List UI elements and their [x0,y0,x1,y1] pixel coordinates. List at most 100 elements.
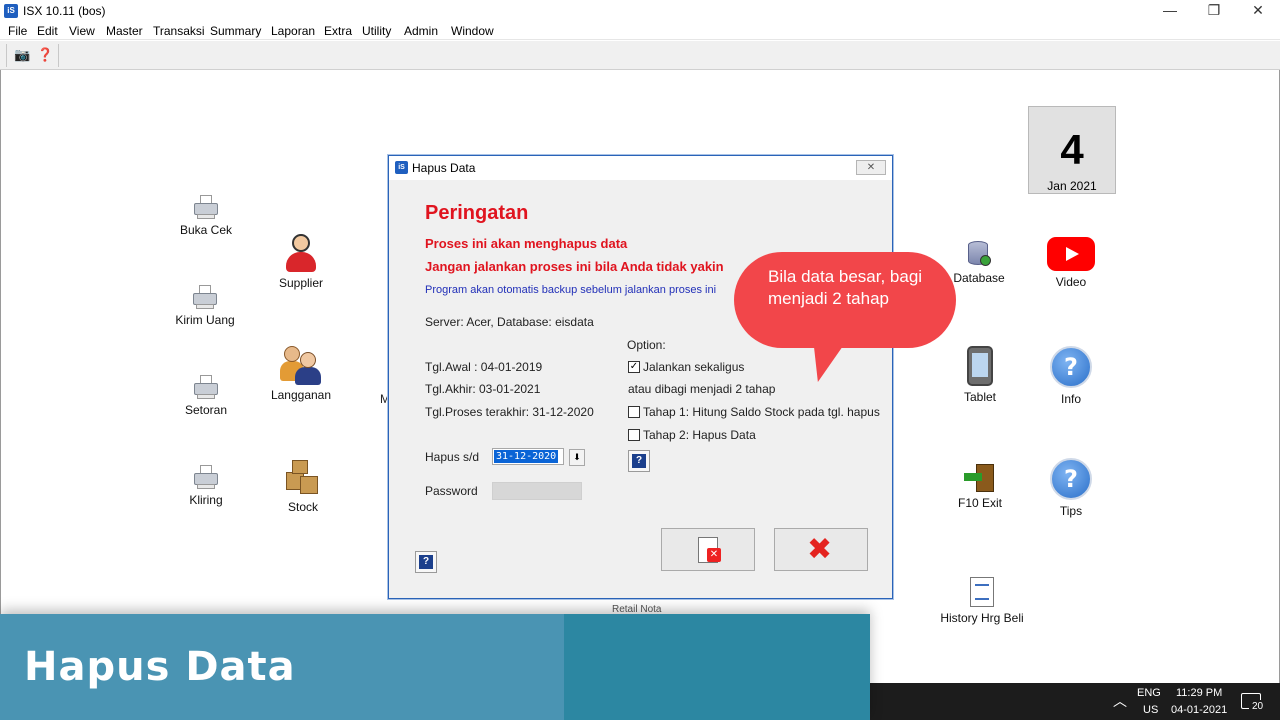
desktop-icon-exit[interactable]: F10 Exit [935,464,1025,510]
window-title: ISX 10.11 (bos) [23,4,106,18]
toolbar: 📷 ❓ [0,41,1280,70]
dialog-title-bar[interactable]: iS Hapus Data ✕ [389,156,892,180]
jalankan-sekaligus-checkbox[interactable]: ✓ [628,361,640,373]
caption-banner: Hapus Data [0,614,870,720]
banner-title: Hapus Data [24,644,296,690]
date-dropdown-button[interactable]: ⬇ [569,449,585,466]
youtube-icon [1047,237,1095,271]
icon-label: History Hrg Beli [940,611,1024,625]
printer-icon [192,375,220,401]
date-month-year: Jan 2021 [1047,179,1097,193]
desktop-icon-stock[interactable]: Stock [258,458,348,514]
desktop-icon-info[interactable]: ? Info [1026,346,1116,406]
hapus-sd-date-input[interactable]: 31-12-2020 [492,448,564,465]
tgl-awal: Tgl.Awal : 04-01-2019 [425,360,543,374]
icon-label: Setoran [184,403,228,417]
desktop-icon-tablet[interactable]: Tablet [935,346,1025,404]
tahap-1-label: Tahap 1: Hitung Saldo Stock pada tgl. ha… [643,405,880,419]
hapus-sd-label: Hapus s/d [425,450,480,464]
info-question-icon: ? [1050,346,1092,388]
language-label[interactable]: ENG [1137,687,1161,699]
jalankan-sekaligus-label: Jalankan sekaligus [643,360,745,374]
icon-label: Buka Cek [179,223,233,237]
desktop-icon-kliring[interactable]: Kliring [161,465,251,507]
notification-count: 20 [1249,700,1266,714]
password-input[interactable] [492,482,582,500]
date-tile[interactable]: 4 Jan 2021 [1028,106,1116,194]
warning-line-2: Jangan jalankan proses ini bila Anda tid… [425,259,724,274]
menu-laporan[interactable]: Laporan [271,24,315,38]
show-hidden-icons-chevron[interactable]: ︿ [1113,691,1127,711]
tgl-akhir: Tgl.Akhir: 03-01-2021 [425,382,541,396]
menu-summary[interactable]: Summary [210,24,261,38]
restore-button[interactable]: ❐ [1192,0,1236,22]
menu-edit[interactable]: Edit [37,24,58,38]
dialog-help-button[interactable]: ? [415,551,437,573]
server-info: Server: Acer, Database: eisdata [425,315,594,329]
printer-icon [191,285,219,311]
clock-time[interactable]: 11:29 PM [1176,687,1222,699]
date-day: 4 [1060,126,1084,173]
icon-label: Kliring [189,493,223,507]
desktop-icon-tips[interactable]: ? Tips [1026,458,1116,518]
icon-label: F10 Exit [957,496,1002,510]
desktop-icon-langganan[interactable]: Langganan [256,344,346,402]
icon-label: Tips [1059,504,1083,518]
atau-label: atau dibagi menjadi 2 tahap [628,382,776,396]
region-label[interactable]: US [1143,704,1158,716]
menu-transaksi[interactable]: Transaksi [153,24,205,38]
dialog-title: Hapus Data [412,161,476,175]
delete-file-icon [698,537,721,563]
tgl-proses-terakhir: Tgl.Proses terakhir: 31-12-2020 [425,405,594,419]
delete-data-button[interactable] [661,528,755,571]
supplier-person-icon [283,232,319,274]
icon-label: Langganan [270,388,332,402]
printer-icon [192,465,220,491]
menu-window[interactable]: Window [451,24,494,38]
clock-date[interactable]: 04-01-2021 [1171,704,1227,716]
menu-extra[interactable]: Extra [324,24,352,38]
option-label: Option: [627,338,666,352]
warning-line-1: Proses ini akan menghapus data [425,236,628,251]
banner-accent [564,614,870,720]
tahap-1-checkbox[interactable] [628,406,640,418]
menu-master[interactable]: Master [106,24,143,38]
tablet-icon [967,346,993,386]
database-icon [966,239,992,269]
dialog-close-button[interactable]: ✕ [856,160,886,175]
menu-file[interactable]: File [8,24,27,38]
password-label: Password [425,484,478,498]
help-icon: ? [419,555,433,569]
minimize-button[interactable]: — [1148,0,1192,22]
options-help-button[interactable]: ? [628,450,650,472]
desktop-icon-history[interactable]: History Hrg Beli [937,577,1027,625]
icon-label: Tablet [963,390,997,404]
dialog-app-icon: iS [395,161,408,174]
desktop-icon-kirim-uang[interactable]: Kirim Uang [160,285,250,327]
menu-utility[interactable]: Utility [362,24,391,38]
desktop-icon-buka-cek[interactable]: Buka Cek [161,195,251,237]
boxes-icon [282,458,324,498]
menu-view[interactable]: View [69,24,95,38]
cancel-button[interactable]: ✖ [774,528,868,571]
printer-icon [192,195,220,221]
exit-door-icon [964,464,996,494]
menu-bar: File Edit View Master Transaksi Summary … [0,22,1280,40]
tips-question-icon: ? [1050,458,1092,500]
desktop-icon-supplier[interactable]: Supplier [256,232,346,290]
icon-label: Supplier [278,276,324,290]
close-button[interactable]: ✕ [1236,0,1280,22]
desktop-icon-setoran[interactable]: Setoran [161,375,251,417]
customers-group-icon [278,344,324,386]
history-document-icon [970,577,994,607]
desktop-icon-video[interactable]: Video [1026,237,1116,289]
help-key-icon[interactable]: ❓ [37,47,53,63]
backup-note: Program akan otomatis backup sebelum jal… [425,284,717,296]
camera-icon[interactable]: 📷 [14,47,30,63]
title-bar: iS ISX 10.11 (bos) — ❐ ✕ [0,0,1280,22]
tahap-2-checkbox[interactable] [628,429,640,441]
help-icon: ? [632,454,646,468]
callout-text: Bila data besar, bagi menjadi 2 tahap [768,267,923,308]
icon-label: Info [1060,392,1081,406]
menu-admin[interactable]: Admin [404,24,438,38]
